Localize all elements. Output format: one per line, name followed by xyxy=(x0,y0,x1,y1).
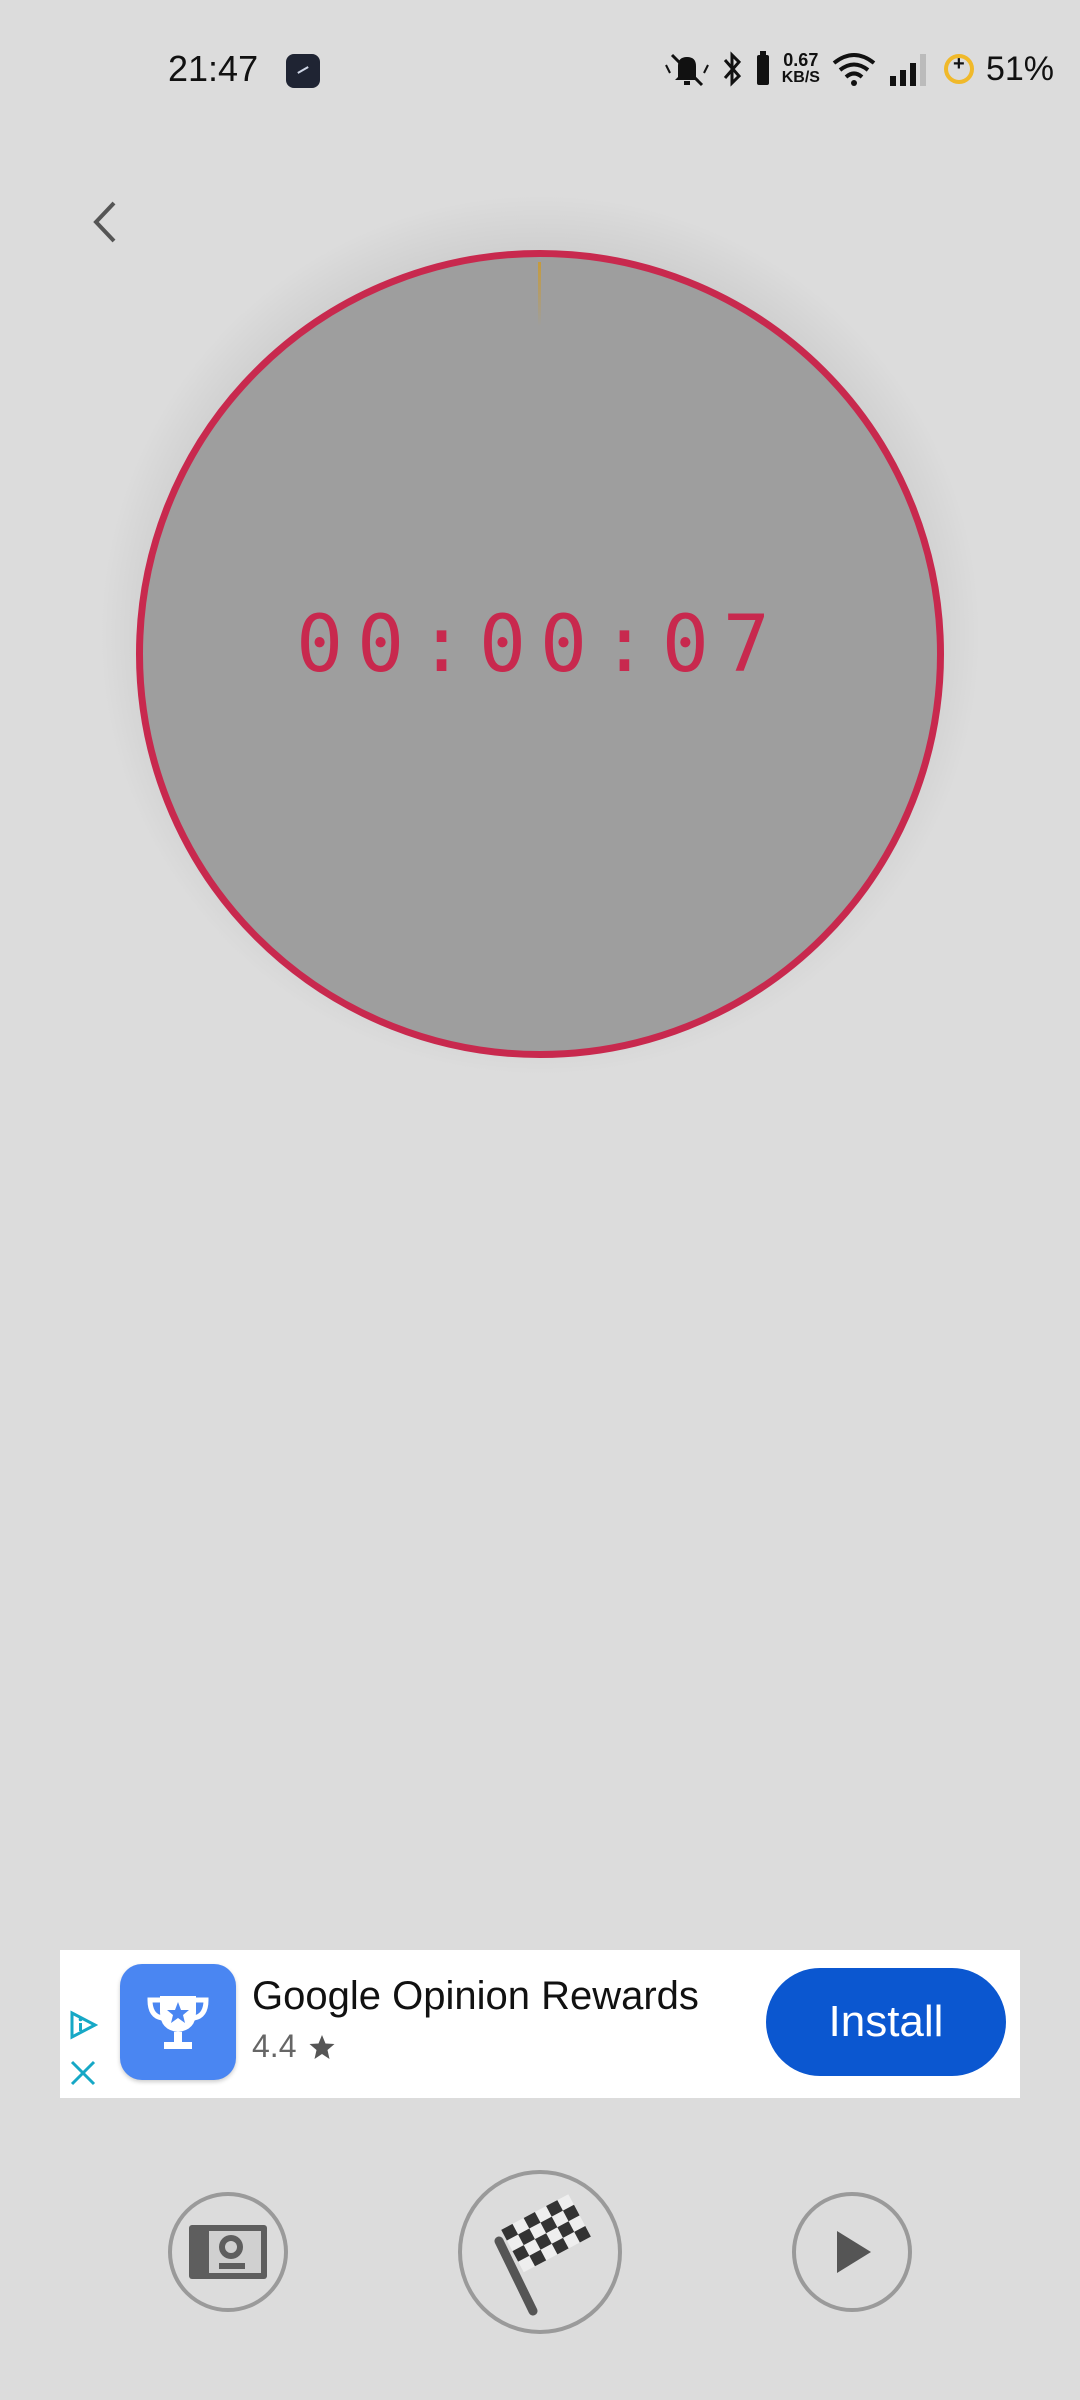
ad-banner[interactable]: Google Opinion Rewards 4.4 Install xyxy=(60,1950,1020,2098)
network-speed: 0.67 KB/S xyxy=(782,51,820,87)
clock-app-icon xyxy=(286,54,320,88)
screen-icon xyxy=(189,2225,267,2279)
status-time: 21:47 xyxy=(168,48,259,89)
bluetooth-icon xyxy=(723,51,741,87)
signal-icon xyxy=(889,54,926,86)
ad-title[interactable]: Google Opinion Rewards xyxy=(252,1974,699,2019)
chevron-left-icon xyxy=(93,201,116,243)
network-speed-value: 0.67 xyxy=(783,50,819,70)
ad-app-icon[interactable] xyxy=(120,1964,236,2080)
network-speed-unit: KB/S xyxy=(781,69,820,86)
play-button[interactable] xyxy=(792,2192,912,2312)
status-bar: 21:47 0.67 KB/S + 51% xyxy=(0,0,1080,140)
trophy-icon xyxy=(147,1996,209,2049)
ad-choices-icon[interactable] xyxy=(68,2010,98,2040)
battery-icon xyxy=(943,53,974,84)
lap-button[interactable] xyxy=(458,2170,622,2334)
close-icon[interactable] xyxy=(68,2058,98,2088)
star-icon xyxy=(309,2034,335,2059)
back-button[interactable] xyxy=(80,192,130,252)
ad-rating: 4.4 xyxy=(252,2028,336,2065)
dial-hand xyxy=(538,262,541,326)
play-icon xyxy=(837,2231,871,2273)
status-icons: 0.67 KB/S 51% xyxy=(664,44,1054,94)
fullscreen-button[interactable] xyxy=(168,2192,288,2312)
ad-rating-value: 4.4 xyxy=(252,2028,297,2064)
timer-display: 00:00:07 xyxy=(296,600,784,690)
battery-percent: 51% xyxy=(985,49,1054,88)
wifi-icon xyxy=(832,53,876,86)
battery-saver-icon xyxy=(756,51,769,85)
mute-bell-icon xyxy=(664,53,709,87)
checkered-flag-icon xyxy=(494,2194,591,2316)
install-button[interactable]: Install xyxy=(766,1968,1006,2076)
